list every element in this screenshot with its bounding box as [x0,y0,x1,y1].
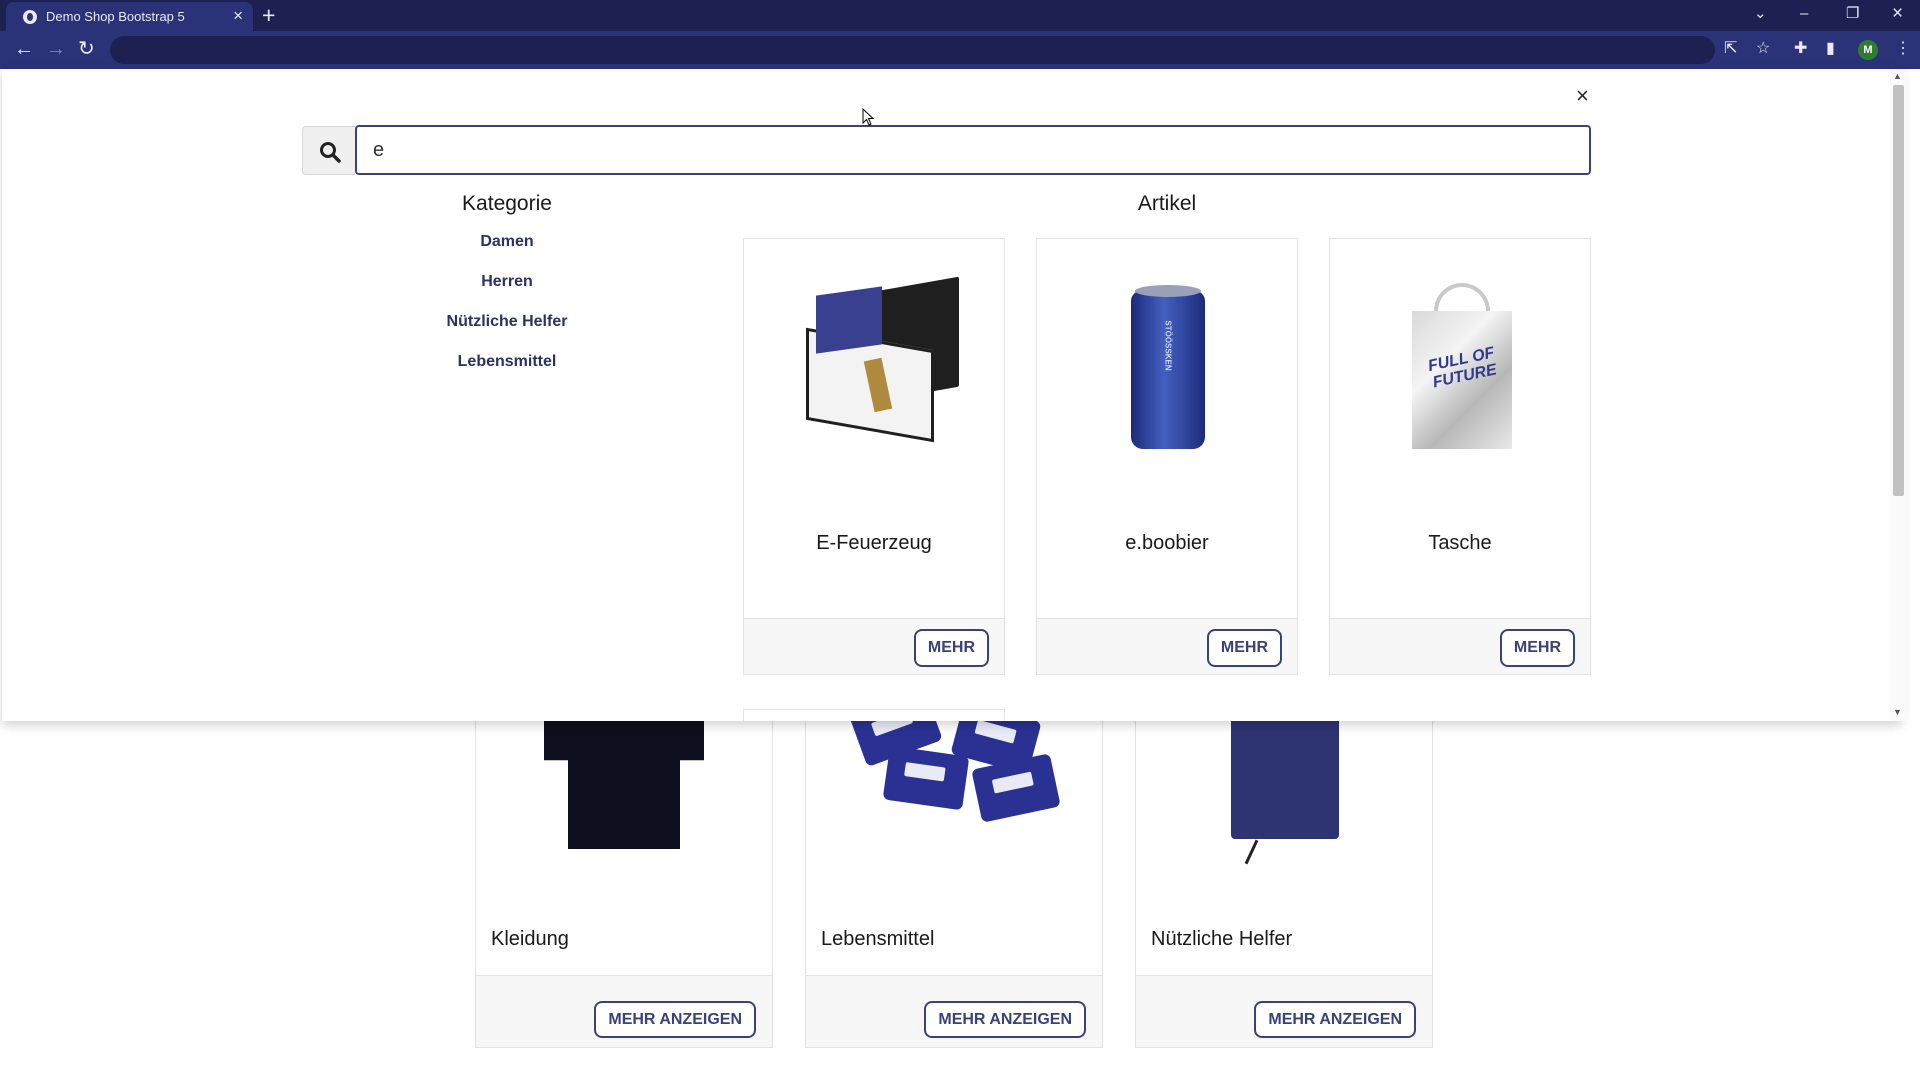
close-search-icon[interactable]: × [1576,84,1589,108]
article-name: e.boobier [1125,532,1209,554]
restore-button[interactable]: ❐ [1846,4,1859,24]
articles-heading: Artikel [1137,192,1197,215]
tab-title: Demo Shop Bootstrap 5 [46,9,185,24]
category-link-damen[interactable]: Damen [382,233,632,251]
profile-avatar[interactable]: M [1858,40,1878,60]
candy-packs-image [806,688,1102,881]
mouse-pointer-icon [862,108,874,126]
bookmark-star-icon[interactable]: ☆ [1756,40,1770,58]
minimize-button[interactable]: – [1800,4,1808,24]
scroll-down-icon[interactable]: ▼ [1893,707,1902,717]
article-name: Tasche [1428,532,1492,554]
reload-button[interactable]: ↻ [78,39,95,59]
forward-button[interactable]: → [46,39,66,59]
mehr-button[interactable]: MEHR [1499,629,1575,667]
scrollbar-thumb[interactable] [1893,85,1904,496]
address-bar[interactable] [110,36,1715,64]
mehr-anzeigen-button[interactable]: MEHR ANZEIGEN [924,1001,1086,1038]
search-button[interactable] [302,126,355,175]
article-card-e-feuerzeug[interactable]: E-Feuerzeug MEHR [743,238,1005,675]
article-card-footer: MEHR [1037,618,1297,674]
browser-tab[interactable]: Demo Shop Bootstrap 5 × [6,2,253,31]
article-card-footer: MEHR [744,618,1004,674]
tab-close-icon[interactable]: × [233,6,243,26]
category-card-title: Kleidung [491,928,569,950]
browser-tab-strip: Demo Shop Bootstrap 5 × + ⌄ – ❐ × [0,0,1920,31]
category-link-herren[interactable]: Herren [382,273,632,291]
back-button[interactable]: ← [14,39,34,59]
category-card-title: Nützliche Helfer [1151,928,1293,950]
category-card-lebensmittel: Lebensmittel MEHR ANZEIGEN [805,688,1103,1048]
notebook-image [1136,701,1432,881]
scroll-up-icon[interactable]: ▲ [1893,71,1902,81]
category-link-nuetzliche-helfer[interactable]: Nützliche Helfer [382,313,632,331]
lighter-giftbox-image [744,239,1004,499]
beer-can-image: STÖÖSSKEN [1037,239,1297,499]
window-close-button[interactable]: × [1892,4,1903,24]
category-link-lebensmittel[interactable]: Lebensmittel [382,353,632,371]
mehr-anzeigen-button[interactable]: MEHR ANZEIGEN [594,1001,756,1038]
browser-menu-icon[interactable]: ⋮ [1895,40,1911,58]
category-card-footer: MEHR ANZEIGEN [1136,975,1432,1047]
search-overlay: × Kategorie Damen Herren Nützliche Helfe… [2,69,1902,721]
extensions-icon[interactable]: ✚ [1794,40,1807,58]
next-article-card [743,709,1005,721]
article-card-tasche[interactable]: FULL OF FUTURE Tasche MEHR [1329,238,1591,675]
silver-tote-bag-image: FULL OF FUTURE [1330,239,1590,499]
category-card-footer: MEHR ANZEIGEN [476,975,772,1047]
search-icon [320,142,341,163]
mehr-button[interactable]: MEHR [1206,629,1282,667]
side-panel-icon[interactable]: ▮ [1826,40,1835,58]
category-card-kleidung: Kleidung MEHR ANZEIGEN [475,700,773,1048]
article-card-e-boobier[interactable]: STÖÖSSKEN e.boobier MEHR [1036,238,1298,675]
share-icon[interactable]: ⇱ [1724,40,1737,58]
can-print: STÖÖSSKEN [1163,320,1173,371]
tshirt-image [476,701,772,881]
site-favicon-icon [23,10,37,24]
article-name: E-Feuerzeug [816,532,932,554]
category-card-title: Lebensmittel [821,928,935,950]
category-card-nuetzliche-helfer: Nützliche Helfer MEHR ANZEIGEN [1135,700,1433,1048]
browser-toolbar: ← → ↻ ⇱ ☆ ✚ ▮ M ⋮ [0,31,1920,69]
mehr-anzeigen-button[interactable]: MEHR ANZEIGEN [1254,1001,1416,1038]
categories-heading: Kategorie [462,192,552,215]
new-tab-button[interactable]: + [262,2,275,28]
mehr-button[interactable]: MEHR [913,629,989,667]
overlay-scrollbar[interactable]: ▲ ▼ [1890,69,1907,721]
search-input[interactable] [355,125,1591,175]
tab-search-chevron-icon[interactable]: ⌄ [1754,4,1767,24]
article-card-footer: MEHR [1330,618,1590,674]
category-card-footer: MEHR ANZEIGEN [806,975,1102,1047]
